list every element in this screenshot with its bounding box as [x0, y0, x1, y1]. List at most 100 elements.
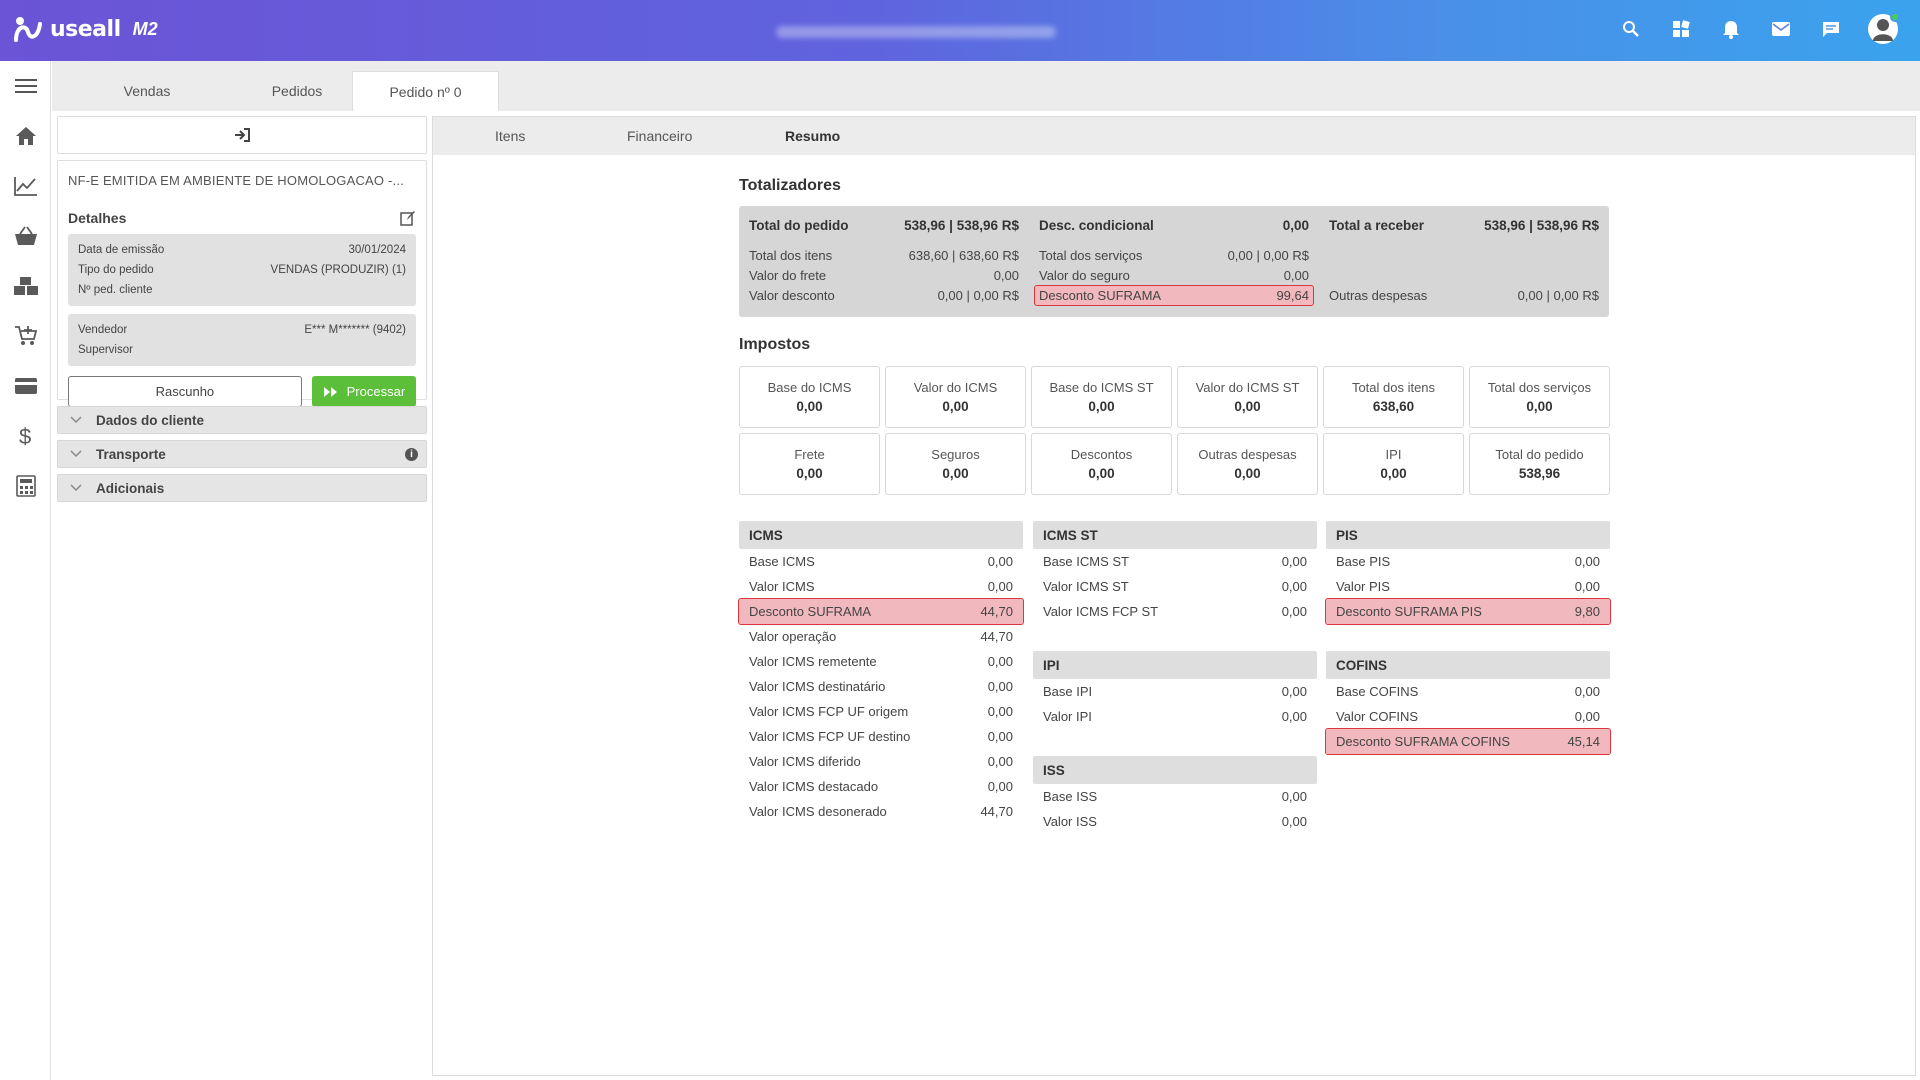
dollar-icon[interactable]: $ — [0, 411, 51, 461]
total-row: Valor do frete 0,00 — [749, 268, 1019, 283]
tax-card: Descontos 0,00 — [1031, 433, 1172, 495]
ipi-group: IPI Base IPI 0,00 Valor IPI 0,00 — [1033, 651, 1317, 729]
tab-itens[interactable]: Itens — [495, 117, 525, 155]
group-row: Valor ICMS FCP ST 0,00 — [1033, 599, 1317, 624]
menu-icon[interactable] — [0, 61, 51, 111]
group-row: Valor IPI 0,00 — [1033, 704, 1317, 729]
totals-column-1: Total do pedido 538,96 | 538,96 R$ Total … — [739, 206, 1029, 317]
suframa-discount-row: Desconto SUFRAMA COFINS 45,14 — [1325, 728, 1611, 755]
tax-card: Seguros 0,00 — [885, 433, 1026, 495]
group-row: Valor ICMS FCP UF destino 0,00 — [739, 724, 1023, 749]
group-row: Valor PIS 0,00 — [1326, 574, 1610, 599]
row-label: Valor ICMS destinatário — [749, 679, 886, 694]
total-row: Valor desconto 0,00 | 0,00 R$ — [749, 288, 1019, 303]
total-label: Total dos serviços — [1039, 248, 1143, 263]
accordion-adicionais[interactable]: Adicionais — [57, 474, 427, 502]
accordion-dados-cliente[interactable]: Dados do cliente — [57, 406, 427, 434]
group-row: Base IPI 0,00 — [1033, 679, 1317, 704]
total-label: Desc. condicional — [1039, 218, 1154, 233]
blurred-header-text — [776, 26, 1056, 38]
row-label: Valor ICMS — [749, 579, 815, 594]
accordion-label: Transporte — [96, 446, 166, 462]
totals-column-2: Desc. condicional 0,00 Total dos serviços… — [1029, 206, 1319, 317]
tax-card-label: Total dos serviços — [1487, 380, 1592, 395]
row-value: 0,00 — [987, 654, 1013, 669]
total-value: 0,00 | 0,00 R$ — [1227, 248, 1309, 263]
logo[interactable]: useall M2 — [14, 16, 158, 42]
chevron-down-icon — [70, 450, 82, 458]
bell-icon[interactable] — [1718, 16, 1744, 42]
detail-label: Vendedor — [78, 324, 128, 336]
home-icon[interactable] — [0, 111, 51, 161]
row-value: 0,00 — [1281, 554, 1307, 569]
collapse-panel-button[interactable] — [57, 116, 427, 154]
row-label: Base COFINS — [1336, 684, 1419, 699]
people-block: Vendedor E*** M******* (9402) Supervisor — [68, 314, 416, 366]
draft-button[interactable]: Rascunho — [68, 376, 302, 407]
row-label: Valor ICMS diferido — [749, 754, 861, 769]
tax-card-label: Seguros — [931, 447, 980, 462]
total-row: Desc. condicional 0,00 — [1039, 218, 1309, 233]
total-label: Valor desconto — [749, 288, 835, 303]
tax-card: Total dos serviços 0,00 — [1469, 366, 1610, 428]
tab-resumo[interactable]: Resumo — [785, 117, 840, 155]
total-value: 99,64 — [1276, 288, 1309, 303]
tab-pedidos[interactable]: Pedidos — [222, 71, 372, 111]
detail-label: Supervisor — [78, 344, 133, 356]
total-row: Total a receber 538,96 | 538,96 R$ — [1329, 218, 1599, 233]
apps-icon[interactable] — [1668, 16, 1694, 42]
row-value: 0,00 — [987, 704, 1013, 719]
tax-card-value: 0,00 — [1088, 399, 1115, 414]
tab-pedido[interactable]: Pedido nº 0 — [352, 71, 499, 111]
row-value: 0,00 — [987, 679, 1013, 694]
detail-row: Tipo do pedido VENDAS (PRODUZIR) (1) — [78, 260, 406, 280]
row-value: 0,00 — [1281, 684, 1307, 699]
credit-card-icon[interactable] — [0, 361, 51, 411]
detail-row: Data de emissão 30/01/2024 — [78, 240, 406, 260]
tax-card-value: 0,00 — [796, 399, 823, 414]
basket-icon[interactable] — [0, 211, 51, 261]
chevron-down-icon — [70, 484, 82, 492]
boxes-icon[interactable] — [0, 261, 51, 311]
row-value: 0,00 — [1281, 604, 1307, 619]
row-label: Valor ICMS desonerado — [749, 804, 887, 819]
detail-value: E*** M******* (9402) — [304, 324, 406, 336]
mail-icon[interactable] — [1768, 16, 1794, 42]
tab-vendas[interactable]: Vendas — [72, 71, 222, 111]
row-value: 44,70 — [980, 604, 1013, 619]
calculator-icon[interactable] — [0, 461, 51, 511]
process-button[interactable]: Processar — [311, 376, 416, 407]
totals-column-3: Total a receber 538,96 | 538,96 R$ Outras… — [1319, 206, 1609, 317]
row-label: Base ISS — [1043, 789, 1098, 804]
accordion-transporte[interactable]: Transporte i — [57, 440, 427, 468]
search-icon[interactable] — [1618, 16, 1644, 42]
order-details-card: NF-E EMITIDA EM AMBIENTE DE HOMOLOGACAO … — [57, 160, 427, 407]
useall-logo-icon — [14, 17, 42, 42]
tab-financeiro[interactable]: Financeiro — [627, 117, 692, 155]
tax-card: Valor do ICMS 0,00 — [885, 366, 1026, 428]
icms-group: ICMS Base ICMS 0,00 Valor ICMS 0,00 Descon… — [738, 521, 1024, 824]
tax-card-label: Total do pedido — [1495, 447, 1584, 462]
detail-value: VENDAS (PRODUZIR) (1) — [270, 264, 406, 276]
edit-icon[interactable] — [400, 210, 416, 226]
info-icon[interactable]: i — [405, 448, 418, 461]
group-row: Valor ICMS destinatário 0,00 — [739, 674, 1023, 699]
total-row: Total dos itens 638,60 | 638,60 R$ — [749, 248, 1019, 263]
user-avatar-icon[interactable] — [1868, 12, 1900, 44]
row-value: 0,00 — [987, 779, 1013, 794]
row-label: Valor ICMS ST — [1043, 579, 1129, 594]
tax-card-value: 0,00 — [1380, 466, 1407, 481]
row-label: Valor ICMS FCP ST — [1043, 604, 1159, 619]
group-header: ICMS ST — [1033, 521, 1317, 549]
chat-icon[interactable] — [1818, 16, 1844, 42]
process-button-label: Processar — [346, 384, 406, 399]
taxes-grid: Base do ICMS 0,00 Valor do ICMS 0,00 Base … — [739, 366, 1610, 495]
cart-add-icon[interactable] — [0, 311, 51, 361]
tax-card-value: 0,00 — [1234, 399, 1261, 414]
group-row: Valor operação 44,70 — [739, 624, 1023, 649]
tax-card-value: 0,00 — [1234, 466, 1261, 481]
chart-line-icon[interactable] — [0, 161, 51, 211]
row-value: 0,00 — [987, 579, 1013, 594]
tax-card: IPI 0,00 — [1323, 433, 1464, 495]
icms-st-group: ICMS ST Base ICMS ST 0,00 Valor ICMS ST 0,… — [1033, 521, 1317, 624]
